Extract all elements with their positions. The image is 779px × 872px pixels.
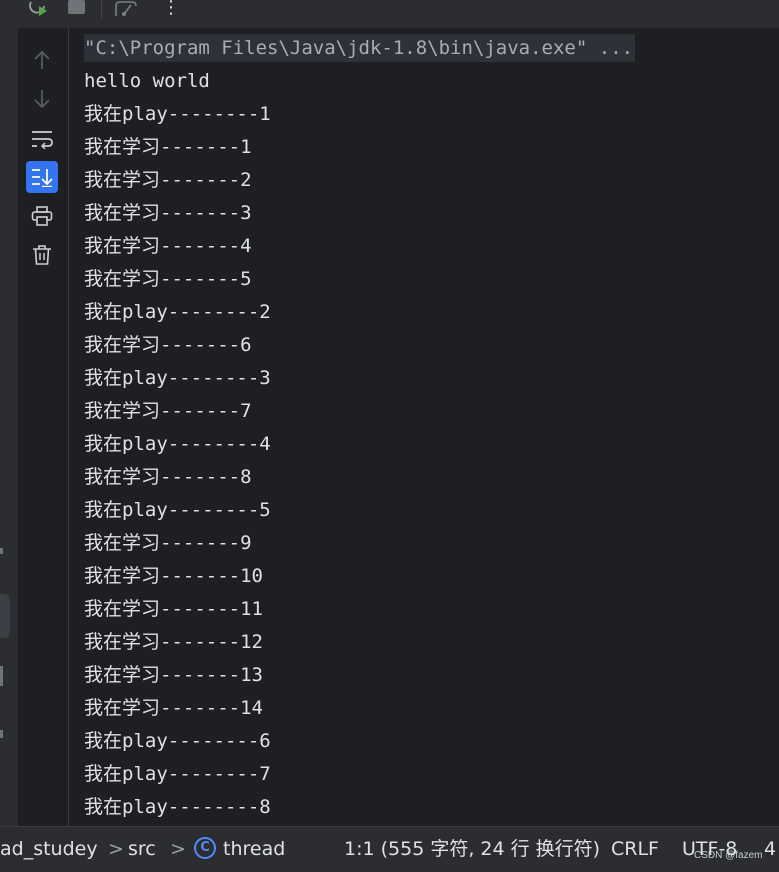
console-line: 我在play--------2 [84,301,271,323]
console-line: 我在play--------6 [84,730,271,752]
scroll-to-end-icon[interactable] [26,161,58,193]
class-icon: C [194,837,216,859]
console-line: 我在学习-------3 [84,202,252,224]
console-line: 我在学习-------9 [84,532,252,554]
console-output[interactable]: "C:\Program Files\Java\jdk-1.8\bin\java.… [69,28,779,826]
console-line: 我在学习-------1 [84,136,252,158]
strip-tick [0,548,3,554]
stop-icon[interactable] [68,0,86,20]
tool-window-tab[interactable] [0,594,10,638]
left-tool-strip [0,28,18,826]
watermark: CSDN @fazem [694,850,763,861]
status-bar: ad_studey > src > C thread 1:1 (555 字符, … [0,826,779,872]
console-line: 我在play--------4 [84,433,271,455]
rerun-icon[interactable] [28,0,50,20]
console-line: hello world [84,70,210,92]
console-line: 我在学习-------14 [84,697,263,719]
console-line: 我在play--------5 [84,499,271,521]
strip-tick [0,666,3,686]
console-line: 我在play--------7 [84,763,271,785]
console-side-toolbar [18,28,69,826]
breadcrumb-project[interactable]: ad_studey [0,836,98,862]
console-line: 我在学习-------7 [84,400,252,422]
console-line: 我在学习-------13 [84,664,263,686]
command-line[interactable]: "C:\Program Files\Java\jdk-1.8\bin\java.… [84,34,636,62]
console-line: 我在学习-------6 [84,334,252,356]
strip-tick [0,730,3,738]
console-line: 我在学习-------11 [84,598,263,620]
up-arrow-icon[interactable] [26,44,58,76]
breadcrumb-thread[interactable]: thread [223,836,285,862]
trash-icon[interactable] [26,239,58,271]
console-line: 我在play--------3 [84,367,271,389]
console-line: 我在学习-------10 [84,565,263,587]
console-line: 我在学习-------4 [84,235,252,257]
more-vertical-icon[interactable]: ⋮ [162,0,180,20]
console-line: 我在学习-------2 [84,169,252,191]
print-icon[interactable] [26,200,58,232]
console-line: 我在学习-------8 [84,466,252,488]
console-line: 我在play--------1 [84,103,271,125]
indent-setting[interactable]: 4 [764,836,776,862]
soft-wrap-icon[interactable] [26,123,58,155]
console-line: 我在学习-------12 [84,631,263,653]
camera-icon[interactable] [114,0,140,20]
breadcrumb-chevron: > [108,838,124,860]
down-arrow-icon[interactable] [26,83,58,115]
console-line: 我在play--------8 [84,796,271,818]
breadcrumb-chevron: > [170,838,186,860]
breadcrumb-src[interactable]: src [128,836,156,862]
caret-position[interactable]: 1:1 (555 字符, 24 行 换行符) [344,836,600,862]
ide-window: ⋮ "C:\Program Files\Java\jdk-1.8\bin\jav… [0,0,779,872]
console-line: 我在学习-------5 [84,268,252,290]
line-separator[interactable]: CRLF [611,836,659,862]
toolbar-separator [101,0,102,18]
run-toolbar: ⋮ [0,0,779,28]
